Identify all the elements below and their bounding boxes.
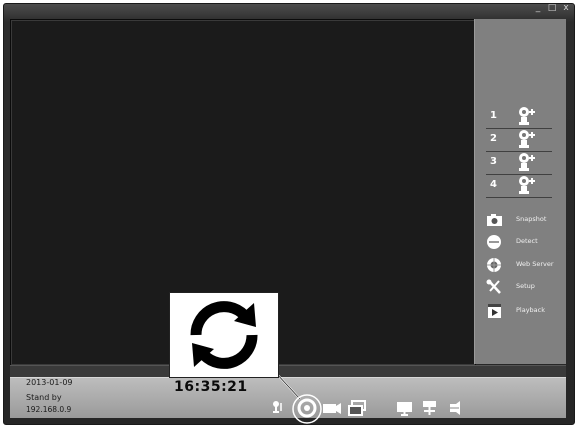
- detect-label: Detect: [516, 237, 538, 245]
- channel-4[interactable]: 4: [486, 175, 552, 198]
- snapshot-icon: [487, 214, 502, 226]
- camera-plus-icon: [519, 153, 535, 171]
- stage: _ □ x 1 2 3 4 Snapshot Detect Web Server…: [0, 0, 578, 427]
- multi-view-icon[interactable]: [348, 399, 368, 417]
- record-icon[interactable]: [322, 399, 342, 417]
- detect-button[interactable]: Detect: [486, 234, 562, 252]
- web-server-label: Web Server: [516, 260, 554, 268]
- callout-box: [169, 292, 279, 378]
- channel-number: 4: [490, 179, 497, 190]
- camera-plus-icon: [519, 107, 535, 125]
- minimize-button[interactable]: _: [531, 2, 545, 14]
- snapshot-label: Snapshot: [516, 215, 547, 223]
- status-time: 16:35:21: [174, 379, 248, 395]
- status-ip: 192.168.0.9: [26, 405, 72, 414]
- web-server-button[interactable]: Web Server: [486, 257, 562, 275]
- refresh-icon: [190, 301, 258, 369]
- setup-button[interactable]: Setup: [486, 279, 562, 297]
- channel-number: 2: [490, 133, 497, 144]
- audio-icon[interactable]: [446, 399, 466, 417]
- setup-label: Setup: [516, 282, 535, 290]
- channel-2[interactable]: 2: [486, 129, 552, 152]
- close-button[interactable]: x: [559, 2, 573, 14]
- network-icon[interactable]: [420, 399, 440, 417]
- refresh-icon[interactable]: [295, 397, 319, 419]
- camera-plus-icon: [519, 130, 535, 148]
- channel-3[interactable]: 3: [486, 152, 552, 175]
- web-server-icon: [487, 258, 501, 272]
- channel-number: 1: [490, 110, 497, 121]
- side-panel: 1 2 3 4 Snapshot Detect Web Server Setup…: [474, 19, 566, 364]
- camera-plus-icon: [519, 176, 535, 194]
- setup-icon: [486, 279, 501, 294]
- maximize-button[interactable]: □: [545, 2, 559, 14]
- status-bar: [10, 377, 566, 418]
- talk-icon[interactable]: [268, 399, 288, 417]
- playback-icon: [488, 304, 501, 318]
- snapshot-button[interactable]: Snapshot: [486, 212, 562, 230]
- status-date: 2013-01-09: [26, 378, 73, 387]
- playback-label: Playback: [516, 306, 546, 314]
- detect-icon: [487, 235, 501, 249]
- channel-1[interactable]: 1: [486, 106, 552, 129]
- status-state: Stand by: [26, 393, 62, 402]
- monitor-icon[interactable]: [395, 399, 415, 417]
- playback-button[interactable]: Playback: [486, 303, 562, 321]
- channel-number: 3: [490, 156, 497, 167]
